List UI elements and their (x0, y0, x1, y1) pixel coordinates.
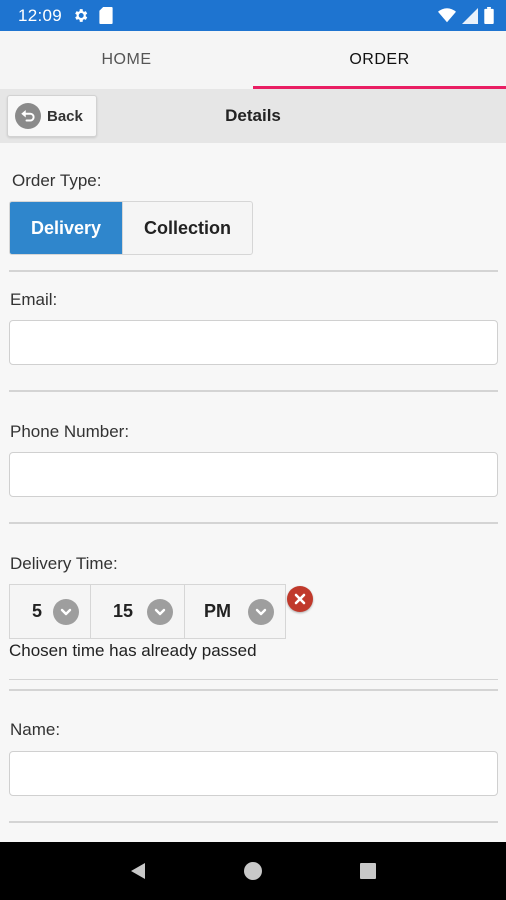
back-arrow-icon (15, 103, 41, 129)
am-pm-dropdown[interactable]: PM (185, 585, 285, 638)
delivery-option-button[interactable]: Delivery (10, 202, 122, 254)
hour-value: 5 (32, 601, 43, 621)
chevron-down-icon (147, 598, 173, 625)
phone-number-label: Phone Number: (10, 422, 130, 441)
divider (9, 689, 498, 691)
email-field[interactable] (9, 320, 498, 365)
name-field[interactable] (9, 751, 498, 796)
minute-dropdown[interactable]: 15 (91, 585, 185, 638)
hour-dropdown[interactable]: 5 (10, 585, 91, 638)
home-circle-icon[interactable] (233, 851, 273, 891)
chevron-down-icon (248, 598, 274, 625)
back-button[interactable]: Back (7, 95, 97, 137)
recents-square-icon[interactable] (348, 851, 388, 891)
page-header: Details Back (0, 89, 506, 143)
system-nav-bar (0, 842, 506, 900)
minute-value: 15 (113, 601, 134, 621)
back-button-label: Back (47, 107, 83, 125)
tab-bar: HOME ORDER (0, 31, 506, 89)
email-label: Email: (10, 290, 58, 309)
divider (9, 821, 498, 823)
back-triangle-icon[interactable] (118, 851, 158, 891)
divider (9, 679, 498, 680)
divider (9, 390, 498, 392)
signal-icon (462, 7, 478, 24)
name-label: Name: (10, 720, 61, 739)
gear-icon (72, 7, 89, 24)
collection-option-button[interactable]: Collection (122, 202, 252, 254)
am-pm-value: PM (204, 601, 231, 621)
phone-number-field[interactable] (9, 452, 498, 497)
order-type-selector: Delivery Collection (9, 201, 253, 255)
divider (9, 270, 498, 272)
status-time: 12:09 (18, 5, 63, 25)
battery-icon (484, 7, 494, 24)
tab-order[interactable]: ORDER (253, 31, 506, 89)
status-bar: 12:09 (0, 0, 506, 31)
delivery-time-picker: 5 15 PM (9, 584, 286, 639)
clear-time-button[interactable] (287, 586, 313, 612)
sim-card-icon (99, 7, 113, 24)
order-type-label: Order Type: (12, 171, 102, 190)
tab-home[interactable]: HOME (0, 31, 253, 89)
wifi-icon (438, 8, 456, 23)
divider (9, 522, 498, 524)
time-error-message: Chosen time has already passed (9, 641, 257, 660)
close-icon (294, 593, 306, 605)
delivery-time-label: Delivery Time: (10, 554, 118, 573)
chevron-down-icon (53, 598, 79, 625)
